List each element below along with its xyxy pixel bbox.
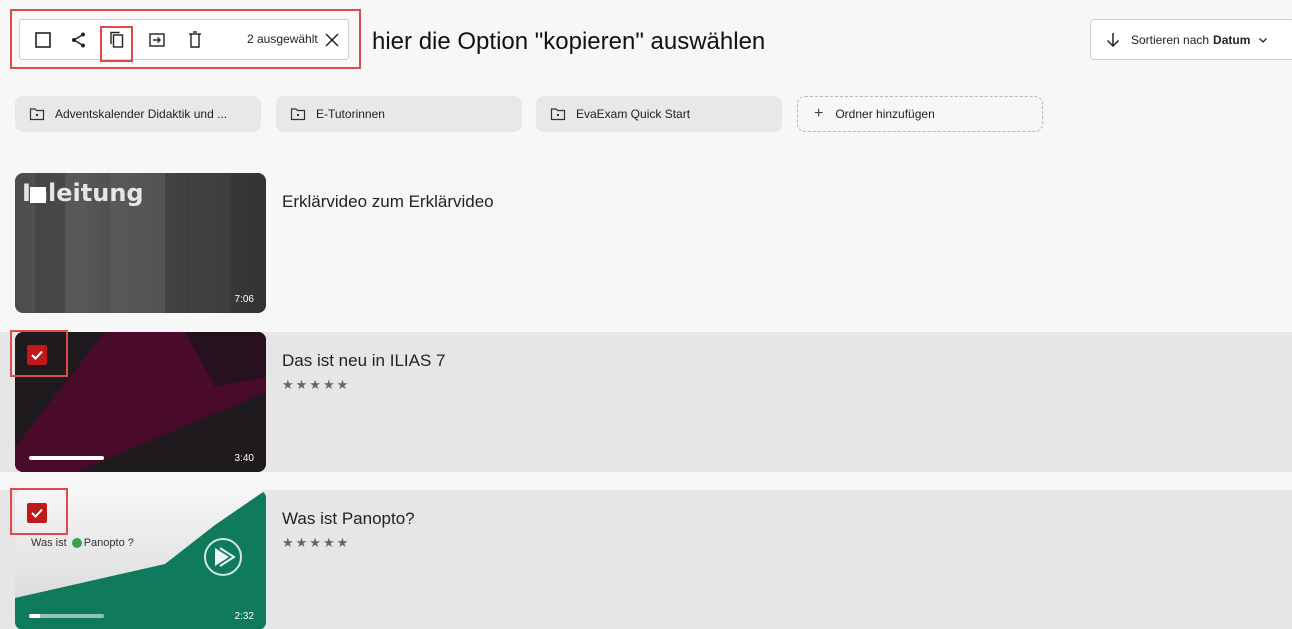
arrow-down-icon (1106, 32, 1120, 47)
folder-icon (29, 108, 45, 121)
plus-icon: + (814, 105, 824, 122)
folder-adventskalender[interactable]: Adventskalender Didaktik und ... (15, 96, 261, 132)
clear-selection-button[interactable] (317, 20, 347, 59)
chevron-down-icon (1259, 37, 1268, 43)
video-duration: 2:32 (234, 611, 254, 622)
selected-count: 2 ausgewählt (247, 32, 318, 46)
selection-toolbar: 2 ausgewählt (19, 19, 349, 60)
move-button[interactable] (142, 20, 172, 59)
video-title[interactable]: Erklärvideo zum Erklärvideo (282, 192, 494, 212)
add-folder-label: Ordner hinzufügen (835, 107, 935, 121)
sort-label: Sortieren nach (1131, 32, 1210, 47)
watch-progress (29, 614, 104, 618)
folder-label: Adventskalender Didaktik und ... (55, 107, 228, 121)
watch-progress (29, 456, 104, 460)
video-row[interactable]: Inleitung 7:06 Erklärvideo zum Erklärvid… (0, 173, 1292, 313)
video-row[interactable]: 3:40 Das ist neu in ILIAS 7 ★★★★★ (0, 330, 1292, 472)
folder-label: E-Tutorinnen (316, 107, 385, 121)
trash-icon (189, 30, 201, 48)
unchecked-checkbox[interactable] (30, 187, 46, 203)
thumbnail-text: Was ist Panopto ? (31, 537, 134, 549)
select-all-checkbox[interactable] (28, 20, 58, 59)
video-duration: 7:06 (234, 294, 254, 305)
share-button[interactable] (64, 20, 94, 59)
folder-icon (290, 108, 306, 121)
video-title[interactable]: Was ist Panopto? (282, 509, 415, 529)
checkbox-highlight-annotation (10, 330, 68, 377)
rating-stars[interactable]: ★★★★★ (282, 535, 350, 551)
rating-stars[interactable]: ★★★★★ (282, 377, 350, 393)
instruction-annotation: hier die Option "kopieren" auswählen (372, 28, 766, 55)
folder-e-tutorinnen[interactable]: E-Tutorinnen (276, 96, 522, 132)
share-icon (72, 32, 85, 47)
sort-dropdown[interactable]: Sortieren nach Datum (1090, 19, 1292, 60)
delete-button[interactable] (180, 20, 210, 59)
folder-label: EvaExam Quick Start (576, 107, 691, 121)
folder-evaexam[interactable]: EvaExam Quick Start (536, 96, 782, 132)
video-row[interactable]: Was ist Panopto ? 2:32 Was ist Panopto? … (0, 488, 1292, 629)
sort-value: Datum (1213, 32, 1251, 47)
panopto-logo-icon (71, 538, 82, 549)
video-title[interactable]: Das ist neu in ILIAS 7 (282, 351, 445, 371)
video-thumbnail[interactable]: Inleitung 7:06 (15, 173, 266, 313)
add-folder-button[interactable]: + Ordner hinzufügen (797, 96, 1043, 132)
copy-button-highlight-annotation (100, 26, 133, 62)
checkbox-icon (35, 31, 51, 48)
video-duration: 3:40 (234, 453, 254, 464)
checkbox-highlight-annotation (10, 488, 68, 535)
close-icon (325, 32, 339, 47)
move-to-folder-icon (149, 32, 165, 47)
folder-icon (550, 108, 566, 121)
